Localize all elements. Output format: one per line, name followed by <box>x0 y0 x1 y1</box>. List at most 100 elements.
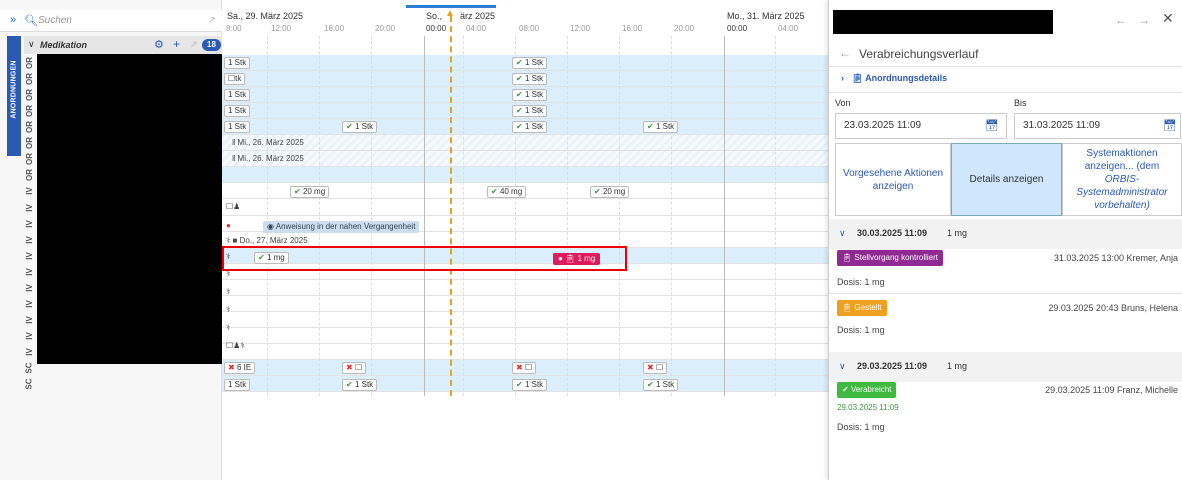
type-label: IV <box>24 200 36 216</box>
syringe-icon[interactable]: ⚕ <box>226 269 230 278</box>
calendar-icon[interactable]: 📅︎ <box>1163 119 1177 132</box>
check-icon: ✔ <box>647 122 656 131</box>
info-icon: ◉ <box>267 222 274 231</box>
dose-chip[interactable]: ✔ 1 Stk <box>512 57 548 69</box>
syringe-icon[interactable]: ⚕ <box>226 323 230 332</box>
group-header[interactable]: ∨ 30.03.2025 11:09 1 mg <box>829 219 1182 249</box>
dose-chip[interactable]: 1 Stk <box>224 57 251 69</box>
type-label-text: IV <box>25 252 34 260</box>
cross-icon: ✖ <box>346 363 355 372</box>
chip-label: 1 Stk <box>228 380 247 389</box>
tab-anordnungen[interactable]: ANORDNUNGEN <box>7 36 21 156</box>
comment-icon[interactable]: ☐♟⚕ <box>226 341 245 350</box>
order-details-toggle[interactable]: › 📋︎ Anordnungsdetails <box>841 73 947 84</box>
search-input[interactable]: Suchen <box>38 15 72 26</box>
timeline-row[interactable] <box>222 328 828 344</box>
dose-chip[interactable]: 1 Stk <box>224 89 251 101</box>
chip-label: 1 Stk <box>524 58 544 67</box>
pin-icon[interactable]: ↗ <box>190 39 198 50</box>
syringe-icon[interactable]: ⚕ <box>226 287 230 296</box>
back-arrow-icon[interactable]: ← <box>839 46 851 60</box>
dose-chip[interactable]: ✔ 1 Stk <box>342 121 378 133</box>
date-header: Sa., 29. März 2025 <box>227 11 304 21</box>
grid-line <box>671 36 672 396</box>
type-label: OR <box>24 87 36 103</box>
group-header[interactable]: ∨ 29.03.2025 11:09 1 mg <box>829 352 1182 382</box>
dose-chip[interactable]: 1 Stk <box>224 105 251 117</box>
gear-icon[interactable]: ⚙ <box>154 38 164 51</box>
dose-chip[interactable]: ☐tk <box>224 73 246 85</box>
chevron-down-icon[interactable]: ∨ <box>28 39 35 50</box>
timeline-row[interactable] <box>222 280 828 296</box>
chip-label: 1 Stk <box>655 122 675 131</box>
grid-line <box>371 36 372 396</box>
chip-label: 20 mg <box>302 187 326 196</box>
dose-chip[interactable]: ✖ ☐ <box>342 362 367 374</box>
dose-chip[interactable]: ✔ 1 Stk <box>512 121 548 133</box>
system-actions-button[interactable]: Systemaktionen anzeigen... (dem ORBIS- S… <box>1062 143 1182 216</box>
pin-icon[interactable]: ↗ <box>208 15 216 26</box>
order-icon: 📋︎ <box>565 254 576 263</box>
type-label-text: IV <box>25 236 34 244</box>
instruction-chip[interactable]: ◉ Anweisung in der nahen Vergangenheit <box>263 221 420 233</box>
alert-icon[interactable]: ● <box>226 221 231 230</box>
expand-all-icon[interactable]: » <box>10 14 16 26</box>
timeline-row[interactable] <box>222 344 828 360</box>
dose-chip[interactable]: ✔ 1 Stk <box>512 379 548 391</box>
arrow-right-icon[interactable]: → <box>1138 13 1150 27</box>
type-label: OR <box>24 71 36 87</box>
dose-chip[interactable]: ✔ 1 Stk <box>643 121 679 133</box>
to-date-input[interactable]: 31.03.2025 11:09 <box>1014 113 1181 139</box>
dose-chip[interactable]: 1 Stk <box>224 379 251 391</box>
calendar-icon[interactable]: 📅︎ <box>985 119 999 132</box>
type-label-text: IV <box>25 187 34 195</box>
type-label-text: IV <box>25 316 34 324</box>
dose-chip[interactable]: ✔ 1 Stk <box>512 89 548 101</box>
day-line <box>424 36 425 396</box>
highlighted-dose-chip[interactable]: ● 📋︎ 1 mg <box>553 253 601 265</box>
pause-icon: ‖ <box>232 138 236 147</box>
syringe-icon[interactable]: ⚕ <box>226 252 230 261</box>
timeline-row[interactable] <box>222 296 828 312</box>
timeline-row[interactable] <box>222 312 828 328</box>
type-label: IV <box>24 248 36 264</box>
search-bar[interactable]: » 🔍︎ Suchen ↗ <box>0 10 222 32</box>
dose-chip[interactable]: ✖ 6 IE <box>224 362 256 374</box>
redacted-area <box>37 54 222 364</box>
dose-chip[interactable]: ✔ 20 mg <box>590 186 630 198</box>
time-tick: 12:00 <box>271 24 292 33</box>
dose-chip[interactable]: ✔ 40 mg <box>487 186 527 198</box>
syringe-icon[interactable]: ⚕ <box>226 305 230 314</box>
panel-title: Verabreichungsverlauf <box>859 47 979 61</box>
dose-chip[interactable]: ✔ 1 Stk <box>643 379 679 391</box>
dose-chip[interactable]: ✔ 1 Stk <box>342 379 378 391</box>
chevron-right-icon: › <box>841 73 844 83</box>
dose-chip[interactable]: ✔ 1 Stk <box>512 105 548 117</box>
add-icon[interactable]: + <box>173 37 180 51</box>
group-date: 30.03.2025 11:09 <box>857 228 928 238</box>
dose-chip[interactable]: ✔ 1 mg <box>254 252 289 264</box>
dose-chip[interactable]: ✔ 20 mg <box>290 186 330 198</box>
timeline-row[interactable] <box>222 200 828 216</box>
dose-chip[interactable]: 1 Stk <box>224 121 251 133</box>
search-icon: 🔍︎ <box>24 15 38 27</box>
medikation-section-header[interactable]: ∨ Medikation ⚙ + ↗ 18 <box>24 36 222 54</box>
dose-chip[interactable]: ✔ 1 Stk <box>512 73 548 85</box>
details-button[interactable]: Details anzeigen <box>951 143 1062 216</box>
type-label-text: IV <box>25 348 34 356</box>
from-date-input[interactable]: 23.03.2025 11:09 <box>835 113 1007 139</box>
timeline-row[interactable] <box>222 135 828 151</box>
planned-actions-button[interactable]: Vorgesehene Aktionen anzeigen <box>835 143 951 216</box>
dose-chip[interactable]: ✖ ☐ <box>512 362 537 374</box>
check-icon: ✔ <box>516 58 525 67</box>
timeline-row[interactable] <box>222 151 828 167</box>
comment-icon[interactable]: ☐♟ <box>226 202 240 211</box>
type-label: OR <box>24 167 36 183</box>
dose-chip[interactable]: ✖ ☐ <box>643 362 668 374</box>
timeline-row[interactable] <box>222 167 828 183</box>
type-label-text: IV <box>25 204 34 212</box>
time-tick: 04:00 <box>466 24 487 33</box>
chip-label: 1 Stk <box>524 90 544 99</box>
close-icon[interactable]: ✕ <box>1162 10 1174 27</box>
arrow-left-icon[interactable]: ← <box>1115 13 1127 27</box>
